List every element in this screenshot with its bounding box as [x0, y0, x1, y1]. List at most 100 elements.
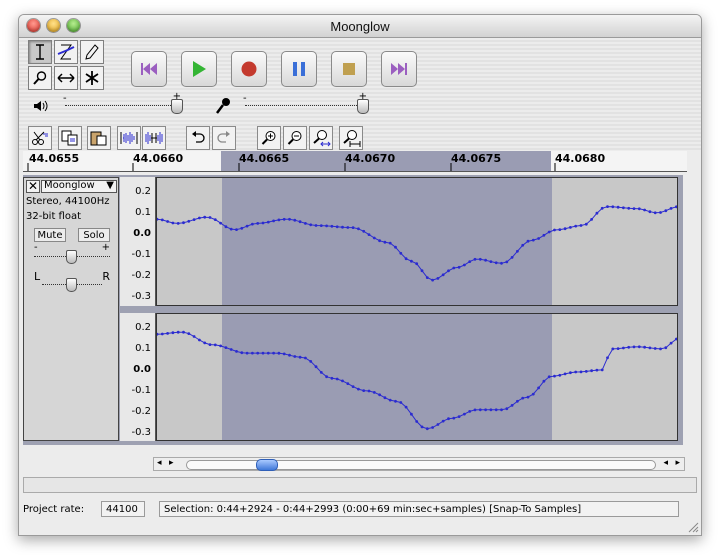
left-channel-waveform[interactable] — [156, 177, 678, 306]
zoom-in-button[interactable] — [257, 126, 281, 150]
waveform-sample-point — [505, 407, 509, 411]
waveform-sample-point — [330, 376, 334, 380]
waveform-sample-point — [383, 240, 387, 244]
play-button[interactable] — [181, 51, 217, 87]
fit-selection-button[interactable] — [309, 126, 333, 150]
gain-slider[interactable]: - + — [34, 242, 110, 266]
waveform-sample-point — [436, 277, 440, 280]
waveform-sample-point — [632, 207, 636, 210]
waveform-sample-point — [463, 263, 466, 267]
horizontal-scrollbar[interactable]: ◂ ▸ ◂ ▸ — [153, 457, 685, 471]
waveform-sample-point — [669, 207, 673, 210]
waveform-sample-point — [478, 257, 482, 261]
undo-button[interactable] — [186, 126, 210, 150]
waveform-sample-point — [272, 219, 275, 223]
scroll-right-arrow[interactable]: ▸ — [169, 458, 174, 468]
waveform-sample-point — [388, 241, 392, 245]
waveform-sample-point — [558, 228, 562, 231]
waveform-sample-point — [664, 346, 668, 350]
amplitude-tick: 0.0 — [133, 228, 151, 239]
paste-button[interactable] — [87, 126, 111, 150]
stop-button[interactable] — [331, 51, 367, 87]
zoom-out-button[interactable] — [283, 126, 307, 150]
asterisk-icon — [85, 71, 99, 85]
scrollbar-thumb[interactable] — [256, 459, 278, 471]
timeline-ruler[interactable]: 44.0655 44.0660 44.0665 44.0670 44.0675 … — [23, 151, 687, 172]
envelope-icon — [57, 44, 75, 60]
waveform-sample-point — [176, 222, 180, 225]
waveform-sample-point — [166, 332, 169, 335]
scroll-right-arrow-end[interactable]: ▸ — [675, 458, 680, 468]
pan-slider-thumb[interactable] — [66, 278, 77, 292]
draw-tool-button[interactable] — [80, 40, 104, 64]
input-volume-slider[interactable]: - + — [243, 91, 369, 115]
right-channel-waveform[interactable] — [156, 313, 678, 441]
scroll-left-arrow[interactable]: ◂ — [157, 458, 162, 468]
waveform-sample-point — [388, 398, 392, 402]
silence-button[interactable] — [142, 126, 166, 150]
waveform-sample-point — [357, 387, 360, 391]
waveform-sample-point — [245, 224, 249, 228]
waveform-sample-point — [675, 205, 677, 209]
waveform-sample-point — [447, 269, 450, 273]
scroll-left-arrow-end[interactable]: ◂ — [663, 458, 668, 468]
record-button[interactable] — [231, 51, 267, 87]
waveform-sample-point — [516, 399, 519, 403]
pan-slider[interactable]: L R — [34, 270, 110, 292]
track-close-button[interactable]: ✕ — [26, 180, 40, 193]
waveform-sample-point — [309, 360, 313, 363]
waveform-sample-point — [272, 351, 275, 355]
cut-button[interactable] — [28, 126, 52, 150]
output-volume-slider[interactable]: - + — [63, 91, 183, 115]
waveform-sample-point — [648, 346, 652, 350]
gain-slider-thumb[interactable] — [66, 250, 77, 264]
waveform-sample-point — [325, 224, 328, 228]
zoom-tool-button[interactable] — [28, 66, 52, 90]
waveform-sample-point — [367, 389, 371, 393]
mute-button[interactable]: Mute — [34, 228, 66, 242]
waveform-sample-point — [251, 351, 254, 355]
solo-button[interactable]: Solo — [78, 228, 110, 242]
fit-selection-icon — [313, 130, 331, 147]
trim-button[interactable] — [117, 126, 141, 150]
resize-grip-icon[interactable] — [687, 521, 699, 533]
waveform-sample-point — [341, 379, 344, 383]
waveform-sample-point — [643, 208, 646, 212]
waveform-sample-point — [351, 226, 355, 229]
skip-to-start-button[interactable] — [131, 51, 167, 87]
output-volume-thumb[interactable] — [171, 99, 183, 114]
waveform-sample-point — [425, 427, 429, 431]
input-volume-thumb[interactable] — [357, 99, 369, 114]
fit-project-button[interactable] — [339, 126, 363, 150]
waveform-sample-point — [330, 224, 334, 228]
project-rate-field[interactable]: 44100 — [101, 501, 145, 517]
envelope-tool-button[interactable] — [54, 40, 78, 64]
time-shift-tool-button[interactable] — [54, 66, 78, 90]
waveform-sample-point — [489, 408, 493, 412]
pause-button[interactable] — [281, 51, 317, 87]
waveform-sample-point — [240, 226, 244, 230]
track-sample-format: 32-bit float — [26, 211, 82, 222]
selection-tool-button[interactable] — [28, 40, 52, 64]
selection-region[interactable] — [222, 178, 552, 306]
waveform-sample-point — [277, 218, 281, 222]
waveform-sample-point — [251, 222, 254, 226]
multi-tool-button[interactable] — [80, 66, 104, 90]
redo-button[interactable] — [212, 126, 236, 150]
waveform-sample-point — [198, 216, 201, 220]
waveform-sample-point — [669, 341, 673, 345]
copy-button[interactable] — [58, 126, 82, 150]
waveform-sample-point — [659, 347, 662, 351]
waveform-sample-point — [187, 332, 191, 335]
waveform-sample-point — [659, 211, 662, 214]
trim-icon — [120, 132, 138, 144]
selection-region[interactable] — [222, 314, 552, 441]
skip-to-end-button[interactable] — [381, 51, 417, 87]
waveform-sample-point — [436, 423, 440, 426]
waveform-sample-point — [637, 345, 641, 349]
track-name-menu[interactable]: Moonglow ▼ — [41, 180, 117, 193]
waveform-sample-point — [335, 225, 339, 229]
track-format-info: Stereo, 44100Hz — [26, 196, 110, 207]
waveform-sample-point — [452, 416, 456, 420]
waveform-sample-point — [351, 385, 355, 388]
